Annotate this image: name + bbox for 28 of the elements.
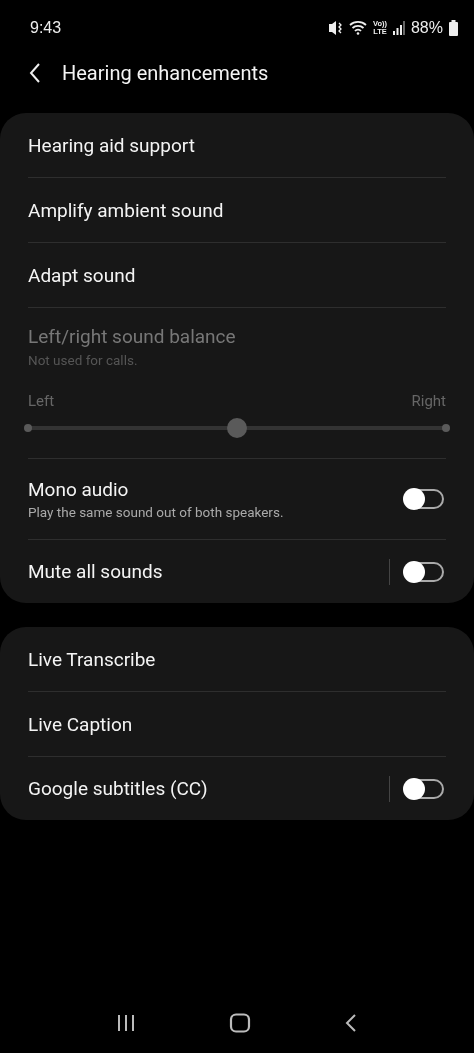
setting-label: Mute all sounds	[28, 560, 164, 583]
clock: 9:43	[30, 18, 62, 37]
menu-item[interactable]: Live Caption	[28, 712, 446, 736]
setting-label: Google subtitles (CC)	[28, 777, 209, 800]
back-icon	[343, 1013, 358, 1033]
vibrate-mute-icon	[326, 19, 343, 36]
setting-label: Left/right sound balance	[28, 325, 237, 348]
menu-item[interactable]: Live Transcribe	[28, 647, 446, 671]
setting-description: Not used for calls.	[28, 352, 139, 368]
battery-percent: 88%	[410, 18, 443, 37]
wifi-icon	[348, 20, 367, 35]
page-title: Hearing enhancements	[62, 61, 269, 85]
back-button[interactable]	[28, 62, 42, 84]
setting-label: Mono audio	[28, 478, 130, 501]
signal-icon	[392, 20, 405, 35]
recent-apps-icon	[116, 1014, 137, 1032]
slider-label: Right	[411, 392, 446, 410]
setting-description: Play the same sound out of both speakers.	[28, 504, 285, 520]
menu-item[interactable]: Adapt sound	[28, 263, 446, 287]
toggle-switch[interactable]	[404, 489, 444, 509]
back-icon	[28, 62, 42, 84]
home-icon	[229, 1013, 251, 1033]
battery-icon	[449, 19, 458, 36]
menu-item[interactable]: Hearing aid support	[28, 133, 446, 157]
slider-label: Left	[28, 392, 55, 410]
toggle-switch[interactable]	[404, 561, 444, 582]
menu-item[interactable]: Amplify ambient sound	[28, 198, 446, 222]
toggle-switch[interactable]	[404, 778, 444, 799]
